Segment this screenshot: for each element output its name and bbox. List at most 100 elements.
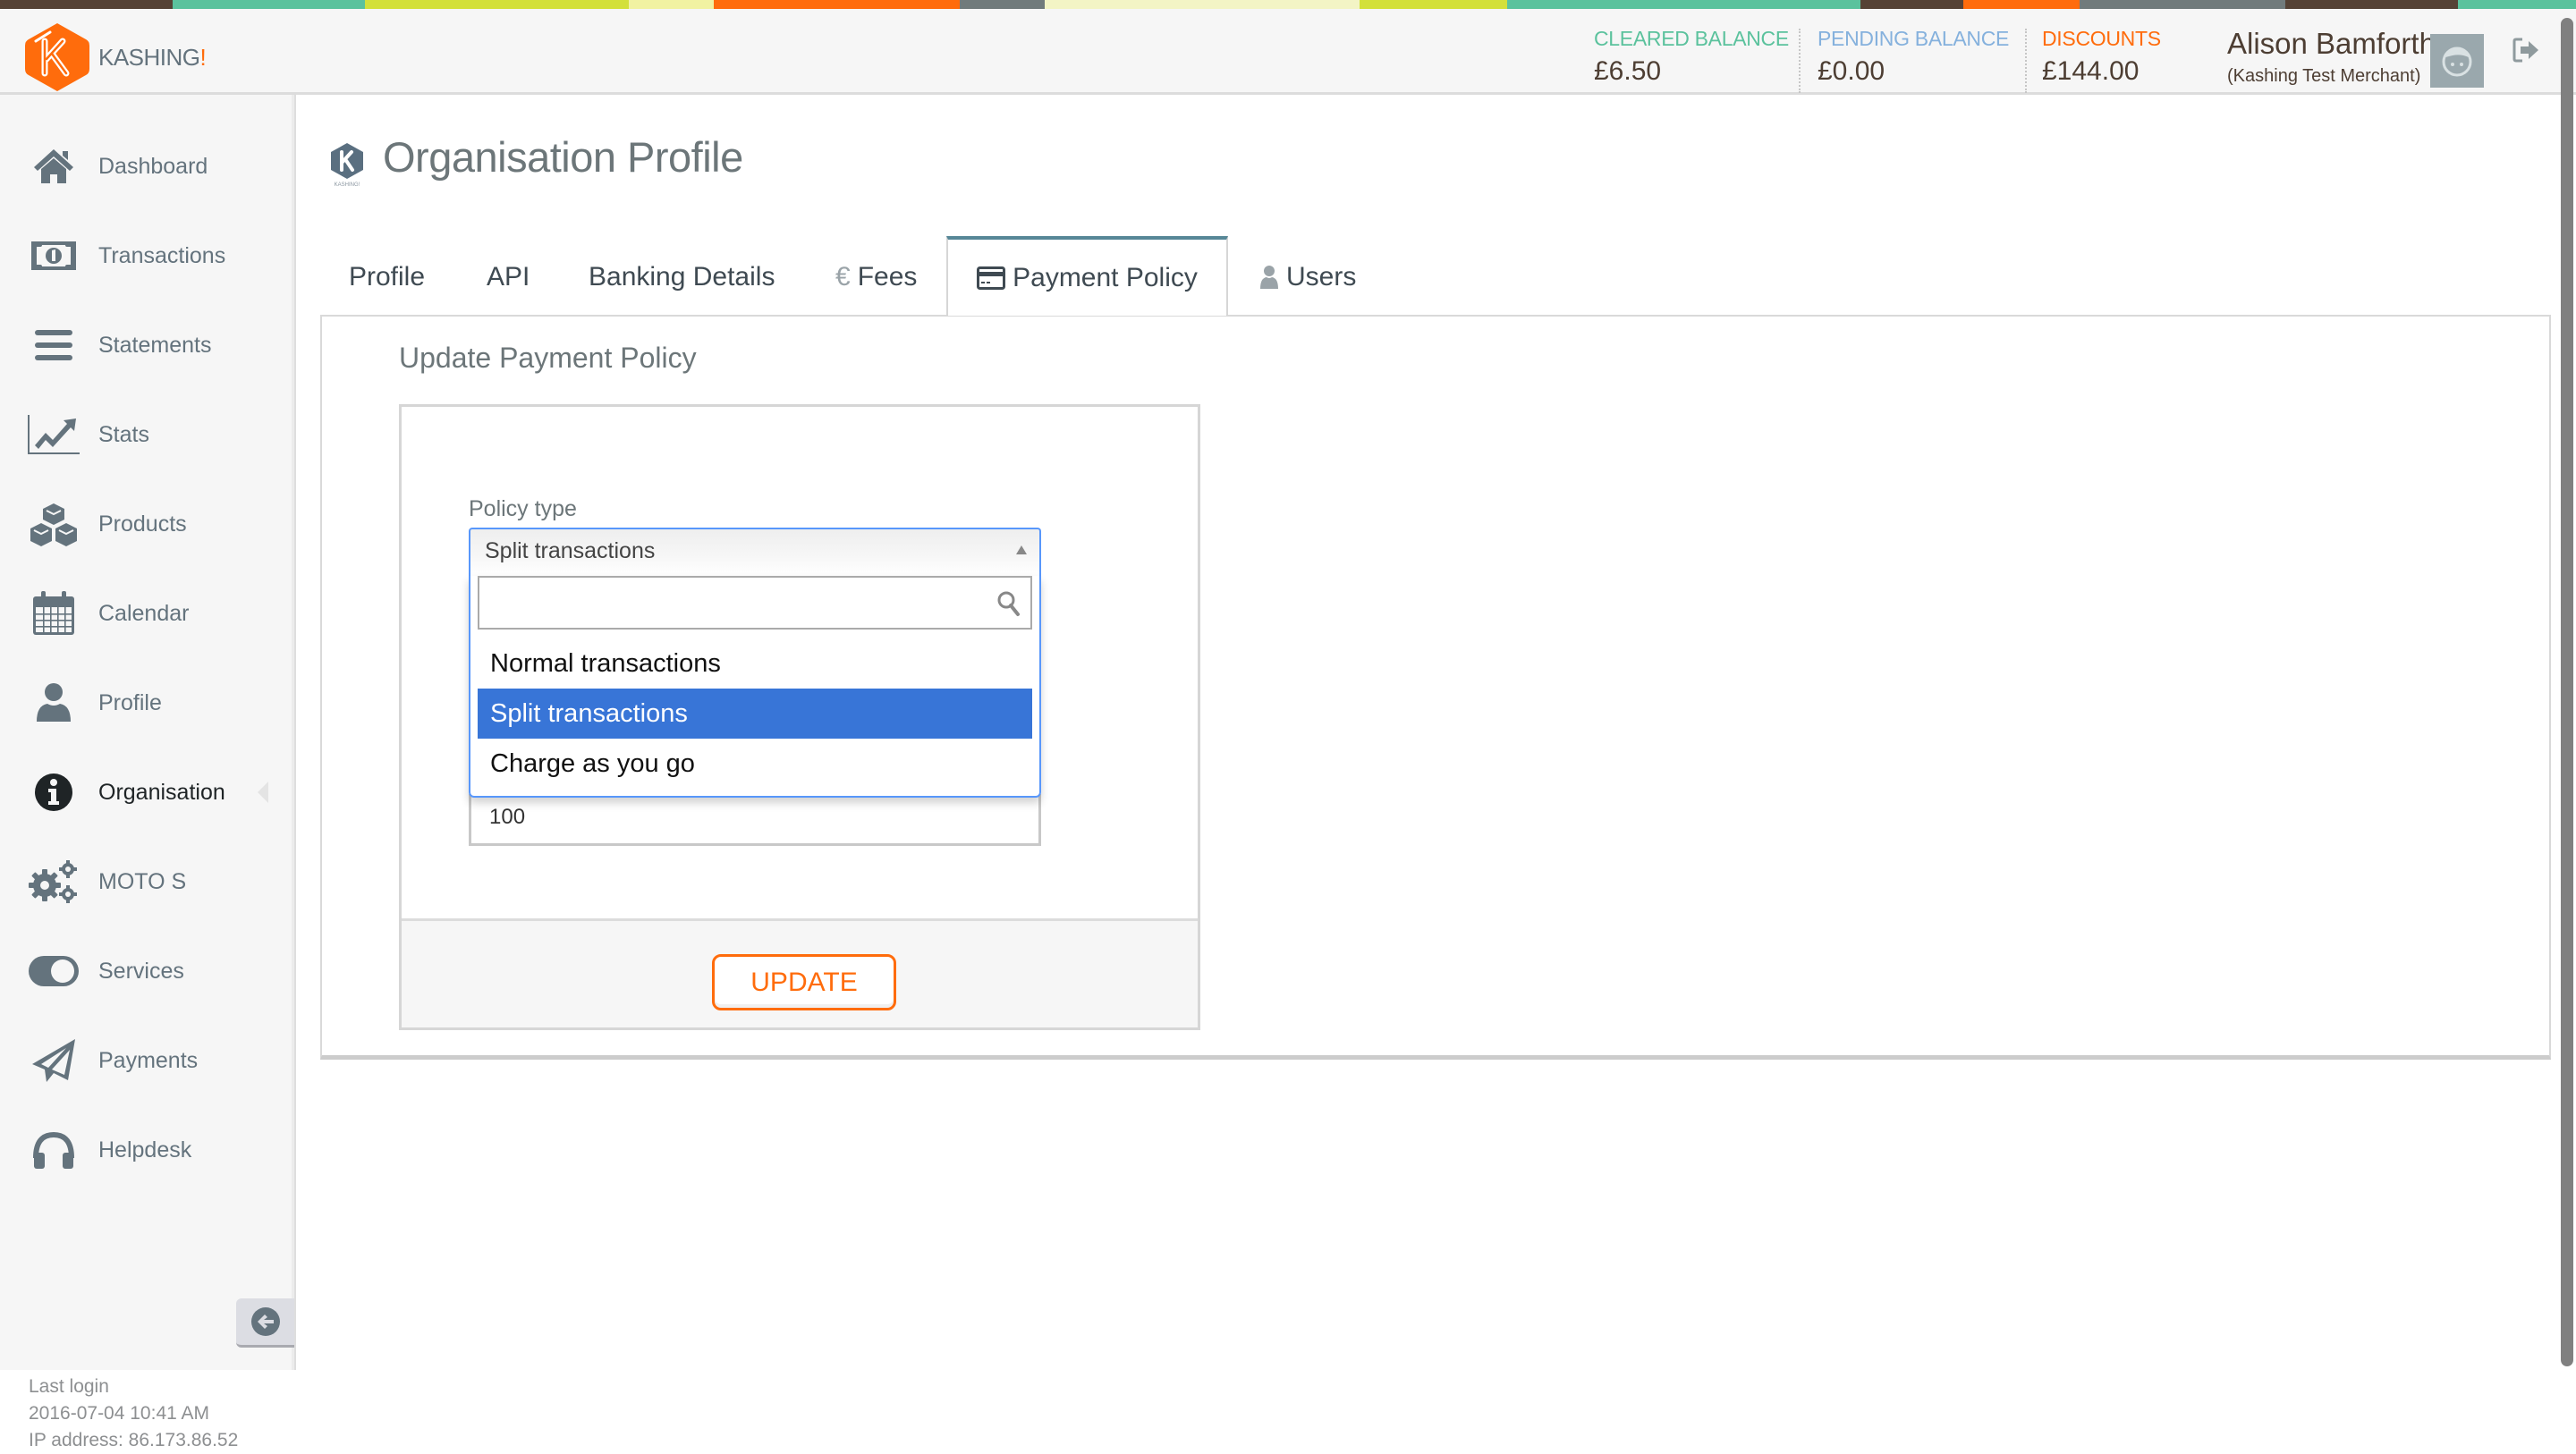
stat-divider: [1799, 29, 1801, 93]
toggle-on-icon: [27, 946, 80, 996]
policy-type-select[interactable]: Split transactions: [469, 528, 1041, 576]
tab-banking-details[interactable]: Banking Details: [589, 238, 775, 316]
sidebar-item-label: Statements: [98, 332, 212, 358]
sidebar-item-helpdesk[interactable]: Helpdesk: [0, 1123, 294, 1177]
arrow-circle-left-icon: [250, 1307, 280, 1336]
last-login-info: Last login 2016-07-04 10:41 AM IP addres…: [29, 1374, 238, 1454]
discounts-label: DISCOUNTS: [2042, 27, 2161, 50]
cubes-icon: [27, 499, 80, 549]
cleared-balance-value: £6.50: [1594, 56, 1662, 86]
sign-out-icon[interactable]: [2512, 36, 2540, 64]
dropdown-option-highlighted[interactable]: Split transactions: [478, 689, 1032, 739]
sidebar-item-statements[interactable]: Statements: [0, 318, 294, 372]
last-login-ip: IP address: 86.173.86.52: [29, 1430, 239, 1450]
dropdown-search-input[interactable]: [478, 576, 1032, 630]
sidebar-item-payments[interactable]: Payments: [0, 1034, 294, 1087]
avatar-face-icon: [2442, 46, 2472, 77]
color-strip-segment: [1360, 0, 1507, 9]
sidebar-item-label: Organisation: [98, 779, 225, 805]
tab-profile[interactable]: Profile: [349, 238, 425, 316]
color-strip-segment: [1507, 0, 1860, 9]
sidebar-item-products[interactable]: Products: [0, 497, 294, 551]
sidebar-item-label: Helpdesk: [98, 1137, 192, 1162]
search-icon: [997, 591, 1020, 616]
sidebar-item-services[interactable]: Services: [0, 944, 294, 998]
color-strip-segment: [2080, 0, 2285, 9]
sidebar-item-label: Dashboard: [98, 153, 208, 179]
sidebar-item-organisation[interactable]: Organisation: [0, 765, 294, 819]
color-strip-segment: [173, 0, 365, 9]
user-avatar-icon[interactable]: [2430, 34, 2484, 88]
chevron-up-icon: [1016, 545, 1027, 554]
sidebar-item-calendar[interactable]: Calendar: [0, 587, 294, 640]
amount-input[interactable]: 100: [469, 794, 1041, 846]
credit-card-icon: [977, 266, 1006, 290]
sidebar-item-moto-s[interactable]: MOTO S: [0, 855, 294, 909]
user-info[interactable]: Alison Bamforth (Kashing Test Merchant): [2227, 27, 2436, 87]
kashing-logo-icon: [25, 23, 89, 91]
policy-type-selected-value: Split transactions: [485, 538, 656, 563]
brand-name-suffix: !: [199, 43, 207, 71]
brand-logo[interactable]: KASHING!: [23, 21, 207, 93]
sidebar-item-transactions[interactable]: Transactions: [0, 229, 294, 283]
sidebar-item-dashboard[interactable]: Dashboard: [0, 139, 294, 193]
brand-name: KASHING!: [98, 43, 207, 72]
bars-icon: [27, 320, 80, 370]
line-chart-icon: [27, 410, 80, 460]
last-login-label: Last login: [29, 1376, 109, 1397]
color-strip-segment: [0, 0, 173, 9]
pending-balance-value: £0.00: [1818, 56, 1885, 86]
dropdown-option[interactable]: Normal transactions: [478, 638, 1032, 689]
amount-input-value: 100: [489, 805, 526, 829]
brand-color-strip: [0, 0, 2576, 9]
page-scrollbar[interactable]: [2561, 18, 2573, 1366]
user-icon: [1259, 265, 1279, 290]
color-strip-segment: [365, 0, 629, 9]
tab-api[interactable]: API: [487, 238, 530, 316]
sidebar-item-label: Profile: [98, 689, 162, 715]
user-organisation: (Kashing Test Merchant): [2227, 66, 2421, 86]
color-strip-segment: [2458, 0, 2576, 9]
sidebar-item-label: MOTO S: [98, 868, 187, 894]
sidebar: Dashboard Transactions Statements Stats …: [0, 95, 294, 1450]
update-button[interactable]: UPDATE: [712, 954, 896, 1010]
cleared-balance: CLEARED BALANCE £6.50: [1594, 27, 1789, 87]
tab-payment-policy[interactable]: Payment Policy: [946, 236, 1228, 316]
user-name: Alison Bamforth: [2227, 27, 2436, 60]
top-header: KASHING! CLEARED BALANCE £6.50 PENDING B…: [0, 9, 2576, 95]
cleared-balance-label: CLEARED BALANCE: [1594, 27, 1789, 50]
page-title: Organisation Profile: [383, 133, 743, 181]
sidebar-item-stats[interactable]: Stats: [0, 408, 294, 461]
calendar-icon: [27, 588, 80, 638]
policy-type-label: Policy type: [469, 496, 577, 521]
sidebar-item-label: Products: [98, 511, 187, 537]
last-login-datetime: 2016-07-04 10:41 AM: [29, 1403, 209, 1424]
tab-fees[interactable]: € Fees: [835, 238, 917, 316]
headphones-icon: [27, 1125, 80, 1175]
pending-balance: PENDING BALANCE £0.00: [1818, 27, 2009, 87]
tab-label: API: [487, 261, 530, 292]
euro-icon: €: [835, 261, 851, 292]
sidebar-item-label: Services: [98, 958, 184, 984]
color-strip-segment: [1860, 0, 1963, 9]
sidebar-item-label: Transactions: [98, 242, 226, 268]
section-title: Update Payment Policy: [399, 342, 697, 374]
dropdown-option[interactable]: Charge as you go: [478, 739, 1032, 789]
discounts: DISCOUNTS £144.00: [2042, 27, 2161, 87]
info-circle-icon: [27, 767, 80, 817]
tab-users[interactable]: Users: [1259, 238, 1356, 316]
money-bill-icon: [27, 231, 80, 281]
brand-name-text: KASHING: [98, 43, 200, 71]
color-strip-segment: [714, 0, 960, 9]
active-caret-icon: [258, 782, 268, 803]
sidebar-item-label: Stats: [98, 421, 149, 447]
color-strip-segment: [1963, 0, 2080, 9]
sidebar-item-profile[interactable]: Profile: [0, 676, 294, 730]
home-icon: [27, 141, 80, 191]
svg-text:KASHING!: KASHING!: [335, 182, 360, 188]
paper-plane-icon: [27, 1036, 80, 1086]
tab-label: Fees: [857, 261, 918, 292]
sidebar-collapse-button[interactable]: [236, 1298, 294, 1348]
tab-label: Users: [1286, 261, 1357, 292]
sidebar-item-label: Calendar: [98, 600, 190, 626]
